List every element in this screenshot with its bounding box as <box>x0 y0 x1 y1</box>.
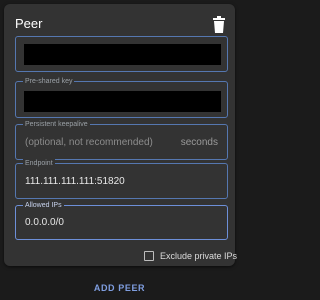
public-key-redacted <box>24 44 221 65</box>
endpoint-value: 111.111.111.111:51820 <box>25 176 125 187</box>
endpoint-label: Endpoint <box>23 159 55 168</box>
page: Peer Pre-shared key Persistent keepalive… <box>0 0 239 300</box>
persistent-keepalive-field[interactable]: Persistent keepalive (optional, not reco… <box>15 120 228 160</box>
add-peer-button[interactable]: ADD PEER <box>0 283 239 293</box>
peer-title: Peer <box>15 16 43 31</box>
persistent-keepalive-label: Persistent keepalive <box>23 120 90 129</box>
persistent-keepalive-placeholder: (optional, not recommended) <box>25 137 153 148</box>
endpoint-field[interactable]: Endpoint 111.111.111.111:51820 <box>15 159 228 199</box>
exclude-private-ips-checkbox[interactable] <box>144 251 154 261</box>
allowed-ips-value: 0.0.0.0/0 <box>25 217 64 228</box>
persistent-keepalive-unit: seconds <box>180 137 218 148</box>
public-key-field[interactable] <box>15 36 228 72</box>
preshared-key-label: Pre-shared key <box>23 77 75 86</box>
delete-peer-button[interactable] <box>212 16 226 34</box>
peer-card: Peer Pre-shared key Persistent keepalive… <box>4 4 237 266</box>
preshared-key-field[interactable]: Pre-shared key <box>15 77 228 118</box>
exclude-private-ips-toggle[interactable]: Exclude private IPs <box>144 250 237 262</box>
exclude-private-ips-label: Exclude private IPs <box>160 251 238 261</box>
allowed-ips-label: Allowed IPs <box>23 201 64 210</box>
allowed-ips-field[interactable]: Allowed IPs 0.0.0.0/0 <box>15 201 228 240</box>
trash-icon <box>213 16 225 33</box>
preshared-key-redacted <box>24 91 221 112</box>
